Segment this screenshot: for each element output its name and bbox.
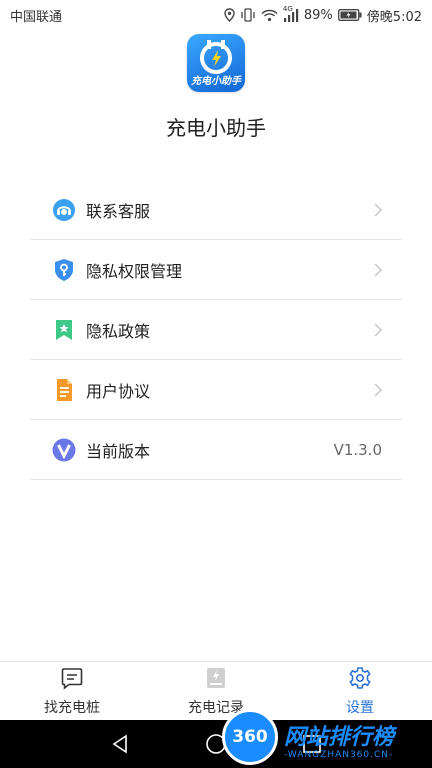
tab-settings[interactable]: 设置: [288, 662, 432, 721]
menu-label: 隐私权限管理: [86, 261, 183, 281]
document-icon: [52, 378, 76, 402]
menu-item-current-version: 当前版本 V1.3.0: [30, 420, 402, 480]
location-icon: [224, 8, 235, 22]
wifi-icon: [261, 9, 278, 22]
headset-icon: [52, 198, 76, 222]
battery-percent: 89%: [303, 7, 333, 23]
status-icons: 4G 89% 傍晚5:02: [224, 5, 422, 25]
tab-charge-records[interactable]: 充电记录: [144, 662, 288, 721]
logo-text: 充电小助手: [191, 76, 241, 87]
chat-square-icon: [60, 666, 84, 694]
chevron-right-icon: [369, 203, 382, 216]
watermark-text: 网站排行榜 -WANGZHAN360.CN-: [284, 725, 395, 761]
charge-record-icon: [204, 666, 228, 694]
menu-label: 隐私政策: [86, 321, 151, 341]
network-type-label: 4G: [282, 4, 293, 13]
app-header: 充电小助手 充电小助手: [0, 34, 432, 141]
battery-icon: [337, 9, 362, 21]
status-time: 傍晚5:02: [366, 9, 422, 25]
chevron-right-icon: [369, 323, 382, 336]
tab-label: 设置: [346, 700, 374, 716]
menu-item-privacy-policy[interactable]: 隐私政策: [30, 300, 402, 360]
status-bar: 中国联通 4G 89% 傍晚5:02: [0, 0, 432, 30]
watermark: 360 网站排行榜 -WANGZHAN360.CN-: [222, 709, 432, 768]
bookmark-star-icon: [52, 318, 76, 342]
watermark-badge: 360: [222, 709, 278, 765]
chevron-right-icon: [369, 263, 382, 276]
chevron-right-icon: [369, 383, 382, 396]
gear-icon: [348, 666, 372, 694]
version-v-icon: [52, 438, 76, 462]
menu-item-contact-support[interactable]: 联系客服: [30, 180, 402, 240]
watermark-title: 网站排行榜: [284, 725, 395, 750]
menu-item-user-agreement[interactable]: 用户协议: [30, 360, 402, 420]
carrier-label: 中国联通: [10, 9, 63, 25]
menu-item-privacy-permissions[interactable]: 隐私权限管理: [30, 240, 402, 300]
vibrate-icon: [240, 8, 256, 22]
settings-menu: 联系客服 隐私权限管理 隐私政策 用户协议 当前版本 V1.3.0: [30, 180, 402, 480]
tab-label: 找充电桩: [44, 700, 100, 716]
watermark-subtitle: -WANGZHAN360.CN-: [284, 750, 394, 760]
key-shield-icon: [52, 258, 76, 282]
menu-label: 当前版本: [86, 441, 151, 461]
app-logo: 充电小助手: [187, 34, 245, 92]
bottom-nav: 找充电桩 充电记录 设置: [0, 661, 432, 721]
version-value: V1.3.0: [333, 440, 382, 459]
signal-icon: 4G: [283, 5, 299, 22]
menu-label: 联系客服: [86, 201, 151, 221]
menu-label: 用户协议: [86, 381, 151, 401]
app-name: 充电小助手: [166, 116, 266, 140]
back-icon[interactable]: [110, 734, 130, 758]
tab-find-charger[interactable]: 找充电桩: [0, 662, 144, 721]
